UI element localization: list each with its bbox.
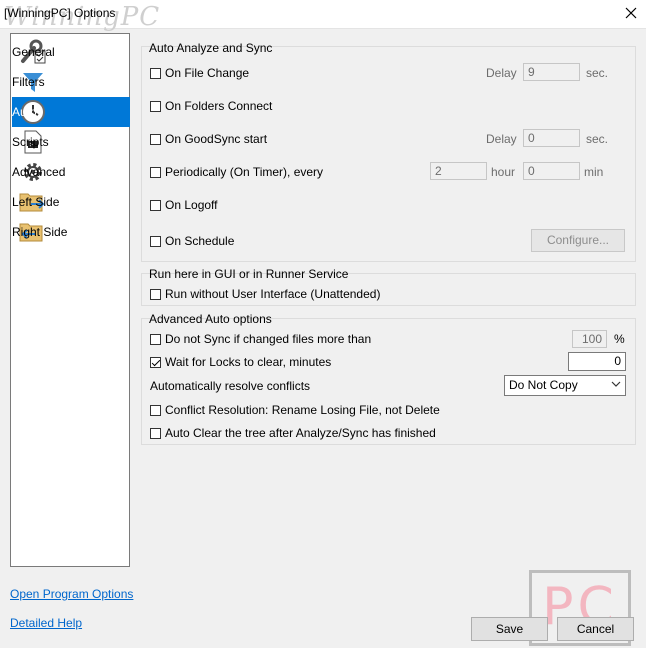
auto-sync-title: Auto Analyze and Sync [149,41,273,55]
checkbox-box [150,288,161,300]
on-goodsync-start-checkbox[interactable]: On GoodSync start [150,132,267,146]
resolve-conflicts-label: Automatically resolve conflicts [150,379,311,393]
sidebar-item-left-side[interactable]: Left Side [12,187,130,217]
checkbox-label: Periodically (On Timer), every [165,165,324,179]
runner-title: Run here in GUI or in Runner Service [149,267,349,281]
sidebar-item-label: Filters [12,75,45,89]
sidebar-item-general[interactable]: General [12,37,130,67]
wait-locks-minutes-input[interactable]: 0 [568,352,626,371]
timer-min-input[interactable]: 0 [523,162,580,180]
checkbox-label: On Folders Connect [165,99,273,113]
on-file-change-checkbox[interactable]: On File Change [150,66,249,80]
sidebar-item-advanced[interactable]: Advanced [12,157,130,187]
chevron-down-icon [611,377,621,394]
checkbox-label: Auto Clear the tree after Analyze/Sync h… [165,426,436,440]
checkbox-box [150,133,161,145]
checkbox-label: On Schedule [165,234,235,248]
timer-min-label: min [584,165,604,179]
checkbox-box [150,404,161,416]
checkbox-label: Run without User Interface (Unattended) [165,287,381,301]
sidebar-item-right-side[interactable]: Right Side [12,217,130,247]
conflict-resolution-checkbox[interactable]: Conflict Resolution: Rename Losing File,… [150,403,440,417]
goodsync-start-delay-label: Delay [486,132,517,146]
on-logoff-checkbox[interactable]: On Logoff [150,198,218,212]
checkbox-label: Wait for Locks to clear, minutes [165,355,332,369]
do-not-sync-percent-input[interactable]: 100 [572,330,607,348]
sidebar-item-label: Right Side [12,225,68,239]
periodically-checkbox[interactable]: Periodically (On Timer), every [150,165,323,179]
checkbox-box [150,67,161,79]
resolve-conflicts-select[interactable]: Do Not Copy [504,375,626,396]
on-folders-connect-checkbox[interactable]: On Folders Connect [150,99,272,113]
sidebar: General Filters Auto Scripts Advanced Le… [10,33,130,567]
open-program-options-link[interactable]: Open Program Options [10,587,133,601]
checkbox-box [150,235,161,247]
checkbox-box [150,166,161,178]
file-change-delay-input[interactable]: 9 [523,63,580,81]
window-title: [WinningPC] Options [4,6,116,20]
advanced-auto-title: Advanced Auto options [149,312,272,326]
sidebar-item-label: Advanced [12,165,66,179]
checkbox-box [150,356,161,368]
file-change-delay-label: Delay [486,66,517,80]
checkbox-label: Conflict Resolution: Rename Losing File,… [165,403,440,417]
resolve-conflicts-value: Do Not Copy [509,378,578,392]
save-button[interactable]: Save [471,617,548,641]
timer-hour-input[interactable]: 2 [430,162,487,180]
on-schedule-checkbox[interactable]: On Schedule [150,234,234,248]
auto-clear-checkbox[interactable]: Auto Clear the tree after Analyze/Sync h… [150,426,436,440]
sidebar-item-label: General [12,45,55,59]
sidebar-item-auto[interactable]: Auto [12,97,130,127]
goodsync-start-delay-input[interactable]: 0 [523,129,580,147]
do-not-sync-checkbox[interactable]: Do not Sync if changed files more than [150,332,371,346]
checkbox-label: Do not Sync if changed files more than [165,332,372,346]
sidebar-item-scripts[interactable]: Scripts [12,127,130,157]
checkbox-label: On Logoff [165,198,218,212]
file-change-delay-unit: sec. [586,66,609,80]
checkbox-label: On File Change [165,66,250,80]
goodsync-start-delay-unit: sec. [586,132,609,146]
wait-locks-checkbox[interactable]: Wait for Locks to clear, minutes [150,355,331,369]
close-button[interactable] [622,2,640,24]
sidebar-item-label: Left Side [12,195,60,209]
sidebar-item-filters[interactable]: Filters [12,67,130,97]
close-icon [625,7,637,19]
sidebar-item-label: Scripts [12,135,49,149]
do-not-sync-percent-unit: % [614,332,625,346]
checkbox-box [150,427,161,439]
checkbox-box [150,333,161,345]
checkbox-box [150,199,161,211]
configure-button[interactable]: Configure... [531,229,625,252]
timer-hour-label: hour [491,165,516,179]
sidebar-item-label: Auto [12,105,37,119]
unattended-checkbox[interactable]: Run without User Interface (Unattended) [150,287,380,301]
detailed-help-link[interactable]: Detailed Help [10,616,82,630]
cancel-button[interactable]: Cancel [557,617,634,641]
checkbox-box [150,100,161,112]
checkbox-label: On GoodSync start [165,132,268,146]
